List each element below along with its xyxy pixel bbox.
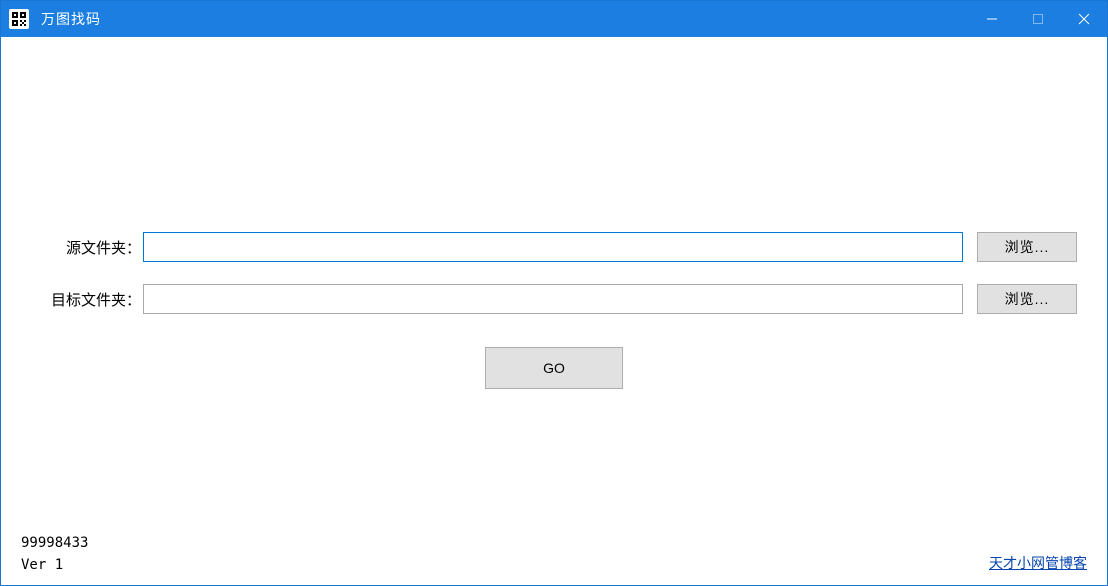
source-folder-label: 源文件夹： xyxy=(51,237,141,258)
go-button[interactable]: GO xyxy=(485,347,623,389)
window-title: 万图找码 xyxy=(41,9,101,29)
minimize-button[interactable] xyxy=(969,1,1015,37)
version-label: Ver 1 xyxy=(21,557,63,573)
status-number: 99998433 xyxy=(21,535,88,551)
titlebar: 万图找码 xyxy=(1,1,1107,37)
maximize-button xyxy=(1015,1,1061,37)
app-window: 万图找码 源文件夹： 浏览... 目标文件夹： 浏览... GO xyxy=(0,0,1108,586)
close-button[interactable] xyxy=(1061,1,1107,37)
window-controls xyxy=(969,1,1107,37)
source-folder-row: 源文件夹： 浏览... xyxy=(51,232,1077,262)
target-folder-input[interactable] xyxy=(143,284,963,314)
app-icon xyxy=(9,9,29,29)
source-folder-input[interactable] xyxy=(143,232,963,262)
target-browse-button[interactable]: 浏览... xyxy=(977,284,1077,314)
target-folder-row: 目标文件夹： 浏览... xyxy=(51,284,1077,314)
target-folder-label: 目标文件夹： xyxy=(51,289,141,310)
go-button-wrap: GO xyxy=(1,347,1107,389)
blog-link[interactable]: 天才小网管博客 xyxy=(989,553,1087,573)
client-area: 源文件夹： 浏览... 目标文件夹： 浏览... GO 99998433 Ver… xyxy=(1,37,1107,585)
source-browse-button[interactable]: 浏览... xyxy=(977,232,1077,262)
